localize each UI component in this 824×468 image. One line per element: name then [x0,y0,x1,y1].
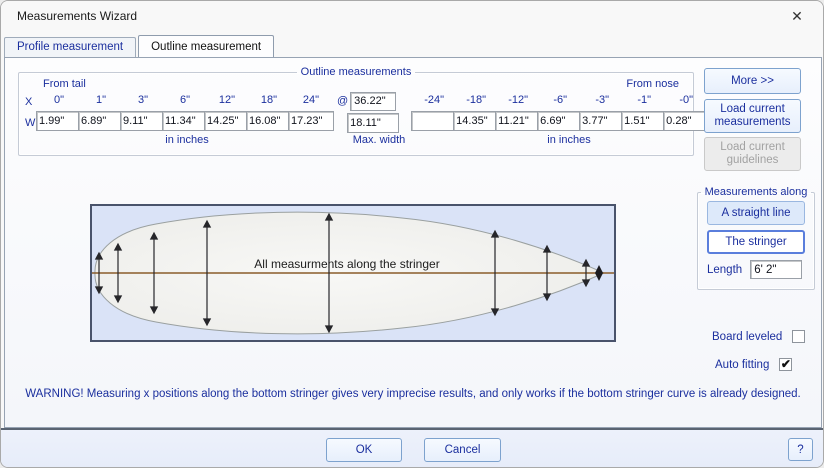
x-position-label: 0" [54,92,64,111]
nose-units-label: in inches [421,134,717,146]
board-leveled-label: Board leveled [712,331,782,343]
tab-profile-measurement[interactable]: Profile measurement [4,37,136,57]
from-nose-label: From nose [626,78,679,90]
x-position-label: 18" [261,92,277,111]
cancel-button[interactable]: Cancel [424,438,501,462]
x-position-label: -12" [508,92,528,111]
width-input[interactable] [78,111,124,131]
width-input[interactable] [621,111,667,131]
window-title: Measurements Wizard [1,9,137,23]
x-position-label: 6" [180,92,190,111]
ok-button[interactable]: OK [326,438,402,462]
measurements-along-group: Measurements along A straight line The s… [697,186,815,290]
board-outline-svg: All measurments along the stringer [92,206,614,340]
diagram-caption: All measurments along the stringer [254,257,439,271]
x-row-label: X [25,92,37,112]
warning-text: WARNING! Measuring x positions along the… [5,388,821,400]
x-position-label: 3" [138,92,148,111]
tab-strip: Profile measurement Outline measurement [4,33,276,57]
width-input[interactable] [453,111,499,131]
tab-outline-measurement[interactable]: Outline measurement [138,35,274,57]
length-label: Length [707,264,742,276]
tail-units-label: in inches [39,134,335,146]
nose-point-marker [595,265,603,281]
x-position-label: -24" [424,92,444,111]
help-button[interactable]: ? [788,438,813,461]
x-position-label: -1" [637,92,651,111]
measurements-wizard-dialog: Measurements Wizard ✕ Profile measuremen… [0,0,824,468]
width-input[interactable] [246,111,292,131]
title-bar: Measurements Wizard ✕ [1,1,823,31]
load-current-measurements-button[interactable]: Load current measurements [704,99,801,133]
board-outline-diagram: All measurments along the stringer [90,204,616,342]
width-input[interactable] [36,111,82,131]
board-leveled-checkbox[interactable] [792,330,805,343]
at-symbol: @ [337,93,348,110]
width-input[interactable] [204,111,250,131]
tab-page-outline: Outline measurements From tail From nose… [4,57,822,428]
x-position-label: 12" [219,92,235,111]
x-position-label: -18" [466,92,486,111]
tail-columns: 0" 1" 3" 6" 12" 18" 24" [39,92,333,131]
x-position-label: -0" [679,92,693,111]
outline-measurements-group-title: Outline measurements [297,66,416,78]
measurements-along-group-title: Measurements along [701,186,812,198]
width-input[interactable] [162,111,208,131]
width-input[interactable] [663,111,709,131]
footer-bar: OK Cancel ? [1,430,823,468]
x-position-label: 1" [96,92,106,111]
from-tail-label: From tail [43,78,86,90]
close-icon[interactable]: ✕ [775,1,819,31]
more-button[interactable]: More >> [704,68,801,94]
outline-measurements-group: Outline measurements From tail From nose… [18,66,694,156]
x-position-label: -6" [553,92,567,111]
auto-fitting-label: Auto fitting [715,359,769,371]
auto-fitting-checkbox[interactable]: ✔ [779,358,792,371]
max-width-input[interactable] [347,113,399,133]
max-width-label: Max. width [339,134,419,146]
width-input[interactable] [120,111,166,131]
stringer-button[interactable]: The stringer [707,230,805,254]
x-position-label: 36.22" [350,92,396,111]
width-input[interactable] [288,111,334,131]
load-current-guidelines-button: Load current guidelines [704,137,801,171]
x-position-label: -3" [595,92,609,111]
max-width-column: @ 36.22" [337,92,398,133]
x-position-label: 24" [303,92,319,111]
width-input[interactable] [495,111,541,131]
width-input[interactable] [537,111,583,131]
nose-columns: -24" -18" -12" -6" -3" -1" -0" [414,92,708,131]
straight-line-button[interactable]: A straight line [707,201,805,225]
width-input[interactable] [411,111,457,131]
length-input[interactable] [750,260,802,279]
width-input[interactable] [579,111,625,131]
